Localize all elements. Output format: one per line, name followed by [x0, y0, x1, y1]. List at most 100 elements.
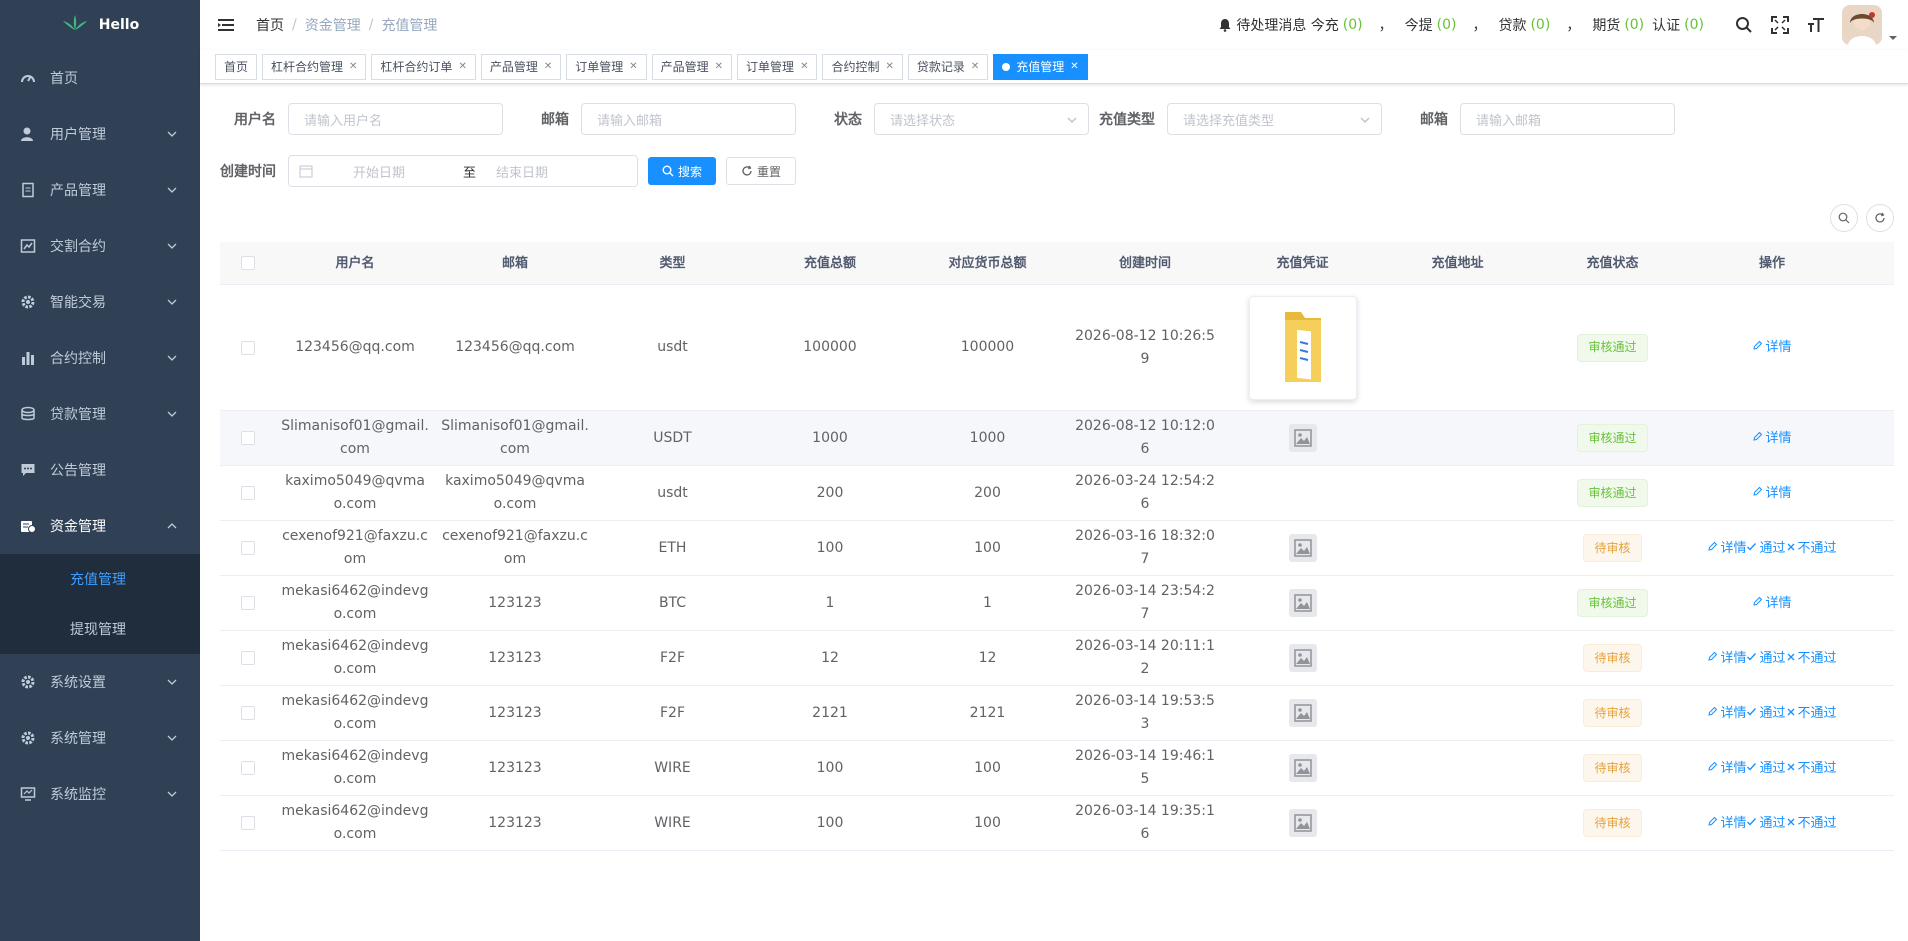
tag-4[interactable]: 订单管理 ✕ — [566, 53, 647, 80]
detail-link[interactable]: 详情 — [1752, 482, 1792, 505]
sidebar-item-9[interactable]: 系统设置 — [0, 654, 200, 710]
pending-notice[interactable]: 待处理消息 今充 (0) ， 今提 (0) ， 贷款 (0) ， 期货 (0) … — [1218, 15, 1708, 35]
breadcrumb-item-fund[interactable]: 资金管理 — [305, 15, 361, 35]
voucher-image[interactable] — [1248, 295, 1357, 400]
reject-link[interactable]: 不通过 — [1786, 647, 1837, 670]
detail-link[interactable]: 详情 — [1752, 336, 1792, 359]
sidebar-item-2[interactable]: 产品管理 — [0, 162, 200, 218]
close-icon — [1786, 812, 1796, 835]
row-checkbox[interactable] — [240, 541, 255, 555]
close-icon[interactable]: ✕ — [458, 55, 466, 79]
image-placeholder-icon[interactable] — [1288, 644, 1317, 672]
tag-7[interactable]: 合约控制 ✕ — [822, 53, 903, 80]
image-placeholder-icon[interactable] — [1288, 589, 1317, 617]
tag-3[interactable]: 产品管理 ✕ — [480, 53, 562, 80]
username-input[interactable]: 请输入用户名 — [288, 103, 503, 135]
breadcrumb-item-home[interactable]: 首页 — [256, 15, 284, 35]
sidebar-item-0[interactable]: 首页 — [0, 50, 200, 106]
image-placeholder-icon[interactable] — [1288, 534, 1317, 562]
detail-link[interactable]: 详情 — [1707, 647, 1746, 670]
sidebar-item-3[interactable]: 交割合约 — [0, 218, 200, 274]
search-button[interactable]: 搜索 — [648, 157, 717, 185]
detail-link[interactable]: 详情 — [1752, 592, 1792, 615]
chevron-down-icon[interactable] — [1888, 31, 1898, 41]
approve-link[interactable]: 通过 — [1746, 702, 1786, 725]
end-date-input[interactable]: 结束日期 — [496, 162, 548, 181]
row-checkbox[interactable] — [240, 651, 255, 665]
fullscreen-icon[interactable] — [1770, 15, 1790, 35]
cell-type: WIRE — [654, 814, 691, 831]
tag-6[interactable]: 订单管理 ✕ — [737, 53, 818, 80]
search-icon[interactable] — [1734, 15, 1754, 35]
detail-link[interactable]: 详情 — [1707, 702, 1746, 725]
image-placeholder-icon[interactable] — [1288, 424, 1317, 452]
status-select[interactable]: 请选择状态 — [874, 103, 1089, 135]
futures-count: (0) — [1624, 17, 1645, 33]
toggle-search-button[interactable] — [1830, 204, 1858, 232]
hamburger-icon[interactable] — [216, 15, 236, 35]
reset-button[interactable]: 重置 — [726, 157, 797, 185]
tag-8[interactable]: 贷款记录 ✕ — [907, 53, 989, 80]
row-checkbox[interactable] — [240, 706, 255, 720]
close-icon[interactable]: ✕ — [715, 55, 723, 79]
tag-5[interactable]: 产品管理 ✕ — [651, 53, 733, 80]
detail-link[interactable]: 详情 — [1707, 537, 1746, 560]
detail-link[interactable]: 详情 — [1752, 427, 1792, 450]
close-icon[interactable]: ✕ — [1070, 55, 1078, 79]
approve-link[interactable]: 通过 — [1746, 647, 1786, 670]
sidebar-item-1[interactable]: 用户管理 — [0, 106, 200, 162]
reject-link[interactable]: 不通过 — [1786, 812, 1837, 835]
image-placeholder-icon[interactable] — [1288, 699, 1317, 727]
image-placeholder-icon[interactable] — [1288, 754, 1317, 782]
close-icon[interactable]: ✕ — [885, 55, 893, 79]
close-icon[interactable]: ✕ — [629, 55, 637, 79]
row-checkbox[interactable] — [240, 340, 255, 355]
font-size-icon[interactable] — [1806, 15, 1826, 35]
select-all-checkbox[interactable] — [240, 256, 255, 270]
sidebar-item-6[interactable]: 贷款管理 — [0, 386, 200, 442]
reject-link[interactable]: 不通过 — [1786, 537, 1837, 560]
refresh-button[interactable] — [1866, 204, 1894, 232]
close-icon[interactable]: ✕ — [349, 55, 357, 79]
approve-link[interactable]: 通过 — [1746, 537, 1786, 560]
tag-9[interactable]: 充值管理 ✕ — [993, 53, 1088, 80]
row-checkbox[interactable] — [240, 816, 255, 830]
row-checkbox[interactable] — [240, 761, 255, 775]
avatar[interactable] — [1842, 5, 1882, 45]
date-range-picker[interactable]: 开始日期 至 结束日期 — [288, 155, 638, 187]
detail-link[interactable]: 详情 — [1707, 812, 1746, 835]
sidebar-item-10[interactable]: 系统管理 — [0, 710, 200, 766]
sidebar-item-4[interactable]: 智能交易 — [0, 274, 200, 330]
approve-link[interactable]: 通过 — [1746, 812, 1786, 835]
sidebar-subitem-0[interactable]: 充值管理 — [0, 554, 200, 604]
sidebar-item-8[interactable]: 资金管理 — [0, 498, 200, 554]
cell-username: mekasi6462@indevgo.com — [281, 583, 429, 622]
logo[interactable]: Hello — [0, 0, 200, 50]
close-icon[interactable]: ✕ — [971, 55, 979, 79]
auth-label: 认证 — [1652, 18, 1681, 34]
sidebar-item-5[interactable]: 合约控制 — [0, 330, 200, 386]
reject-link[interactable]: 不通过 — [1786, 702, 1837, 725]
sidebar-item-11[interactable]: 系统监控 — [0, 766, 200, 822]
row-checkbox[interactable] — [240, 431, 255, 445]
close-icon[interactable]: ✕ — [544, 55, 552, 79]
detail-link[interactable]: 详情 — [1707, 757, 1746, 780]
approve-link[interactable]: 通过 — [1746, 757, 1786, 780]
row-checkbox[interactable] — [240, 486, 255, 500]
sidebar-subitem-1[interactable]: 提现管理 — [0, 604, 200, 654]
status-badge: 审核通过 — [1577, 333, 1648, 362]
reject-link[interactable]: 不通过 — [1786, 757, 1837, 780]
image-placeholder-icon[interactable] — [1288, 809, 1317, 837]
email-input[interactable]: 请输入邮箱 — [581, 103, 796, 135]
tag-1[interactable]: 杠杆合约管理 ✕ — [262, 53, 367, 80]
sidebar-item-7[interactable]: 公告管理 — [0, 442, 200, 498]
tag-0[interactable]: 首页 — [215, 53, 258, 80]
start-date-input[interactable]: 开始日期 — [353, 162, 453, 181]
row-checkbox[interactable] — [240, 596, 255, 610]
recharge-type-select[interactable]: 请选择充值类型 — [1167, 103, 1382, 135]
cell-username: Slimanisof01@gmail.com — [281, 418, 429, 457]
close-icon[interactable]: ✕ — [800, 55, 808, 79]
tag-2[interactable]: 杠杆合约订单 ✕ — [371, 53, 476, 80]
chevron-down-icon — [166, 352, 178, 364]
email2-input[interactable]: 请输入邮箱 — [1460, 103, 1675, 135]
